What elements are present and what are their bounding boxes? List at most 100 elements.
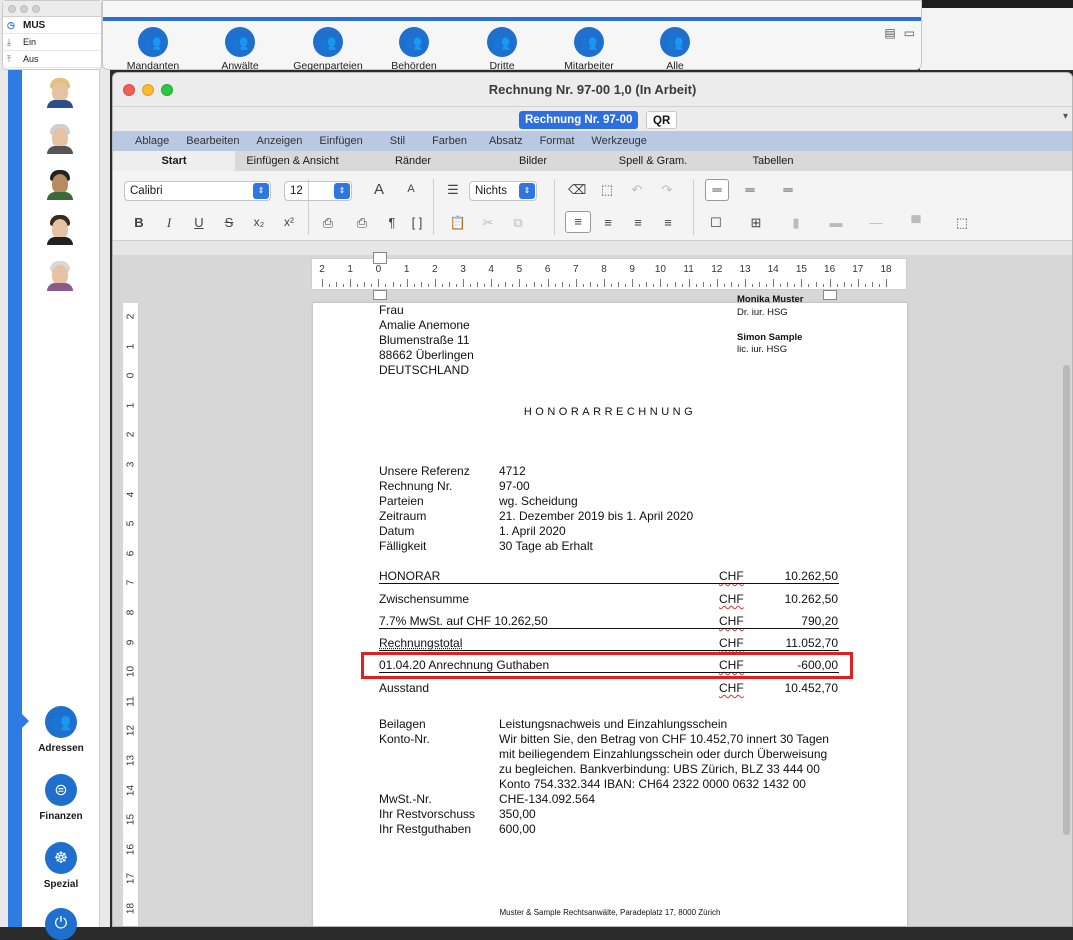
tab-qr[interactable]: QR	[646, 111, 678, 129]
ruler-tick	[681, 284, 683, 287]
align-left-icon[interactable]: ≡	[565, 211, 591, 233]
border-box-icon[interactable]: ☐	[707, 215, 725, 231]
mus-item-aus[interactable]: ⤒ Aus	[3, 51, 101, 68]
align-justify-icon[interactable]: ≡	[659, 215, 677, 230]
menu-item-farben[interactable]: Farben	[432, 135, 467, 147]
ruler-label: 5	[516, 264, 523, 275]
dashed-box-icon[interactable]: ⬚	[953, 215, 971, 231]
copy-icon[interactable]: ⧉	[509, 215, 527, 231]
toolbar-button-behoerden[interactable]: 👥 Behörden	[369, 27, 459, 72]
bold-icon[interactable]: B	[130, 215, 148, 230]
avatar[interactable]	[44, 76, 76, 108]
toolbar-button-dritte[interactable]: 👥 Dritte	[457, 27, 547, 72]
subscript-icon[interactable]: x₂	[250, 215, 268, 229]
line-style-icon[interactable]: —	[867, 215, 885, 230]
horizontal-ruler[interactable]: 2 1 0 1 2 3 4 5 6 7 8 9 10 11 12 13 14 15 16 17 18	[311, 258, 907, 290]
zoom-button[interactable]	[32, 4, 40, 13]
ruler-tick	[864, 284, 866, 287]
pilcrow-icon[interactable]: ¶	[383, 215, 401, 230]
line-spacing-single-icon[interactable]: ═	[705, 179, 729, 201]
menu-item-werkzeuge[interactable]: Werkzeuge	[591, 135, 646, 147]
nav-adressen[interactable]: 👥 Adressen	[22, 706, 100, 754]
list-style-select[interactable]: Nichts ⇕	[469, 181, 537, 201]
vertical-scrollbar[interactable]	[1063, 365, 1070, 835]
menu-item-ablage[interactable]: Ablage	[135, 135, 169, 147]
first-line-indent-marker[interactable]	[373, 252, 387, 264]
ruler-tick	[878, 284, 880, 287]
meta-value: 1. April 2020	[499, 524, 566, 538]
toolbar-button-alle[interactable]: 👥 Alle	[630, 27, 720, 72]
menu-item-anzeigen[interactable]: Anzeigen	[256, 135, 302, 147]
menu-item-stil[interactable]: Stil	[390, 135, 405, 147]
redo-icon[interactable]: ↷	[658, 182, 676, 198]
line-spacing-onehalf-icon[interactable]: ═	[741, 182, 759, 197]
ruler-tick	[371, 284, 373, 287]
tab-tabellen[interactable]: Tabellen	[723, 151, 823, 171]
toolbar-button-gegenparteien[interactable]: 👥 Gegenparteien	[283, 27, 373, 72]
ruler-tick	[463, 279, 464, 287]
nav-finanzen[interactable]: ⊜ Finanzen	[22, 774, 100, 822]
ruler-tick	[596, 284, 598, 287]
toolbar-label: Dritte	[489, 60, 515, 72]
document-page[interactable]: Frau Amalie Anemone Blumenstraße 11 8866…	[313, 294, 907, 926]
shading-icon[interactable]: ▮	[787, 215, 805, 231]
eraser-icon[interactable]: ⌫	[568, 182, 586, 198]
menu-item-format[interactable]: Format	[540, 135, 575, 147]
mus-title-row[interactable]: ◷ MUS	[3, 17, 101, 34]
close-button[interactable]	[8, 4, 16, 13]
minimize-button[interactable]	[20, 4, 28, 13]
separator	[433, 179, 434, 235]
superscript-icon[interactable]: x²	[280, 215, 298, 229]
left-indent-marker[interactable]	[373, 290, 387, 300]
print-preview-icon[interactable]: ⎙	[319, 215, 337, 231]
avatar-face	[52, 174, 68, 194]
toolbar-button-mitarbeiter[interactable]: 👥 Mitarbeiter	[544, 27, 634, 72]
tab-spell-gram[interactable]: Spell & Gram.	[603, 151, 703, 171]
tab-start[interactable]: Start	[113, 151, 235, 171]
select-all-icon[interactable]: ⬚	[598, 182, 616, 198]
ruler-label: 16	[125, 843, 137, 855]
tab-einfuegen-ansicht[interactable]: Einfügen & Ansicht	[235, 151, 350, 171]
printer-icon[interactable]: ⎙	[353, 215, 371, 231]
tab-invoice[interactable]: Rechnung Nr. 97-00	[519, 111, 639, 129]
book-icon[interactable]: ▤	[884, 26, 895, 40]
avatar[interactable]	[44, 213, 76, 245]
konto-text-line: Konto 754.332.344 IBAN: CH64 2322 0000 0…	[499, 777, 806, 791]
window-icon[interactable]: ▭	[904, 26, 915, 40]
font-shrink-icon[interactable]: A	[402, 183, 420, 195]
tab-raender[interactable]: Ränder	[363, 151, 463, 171]
align-center-icon[interactable]: ≡	[599, 215, 617, 230]
strikethrough-icon[interactable]: S	[220, 215, 238, 230]
avatar[interactable]	[44, 168, 76, 200]
border-color-icon[interactable]: ▀	[907, 215, 925, 230]
avatar[interactable]	[44, 259, 76, 291]
scissors-icon[interactable]: ✂	[479, 215, 497, 231]
toolbar-button-mandanten[interactable]: 👥 Mandanten	[108, 27, 198, 72]
chevron-updown-icon: ⇕	[519, 183, 535, 199]
mus-item-ein[interactable]: ⤓ Ein	[3, 34, 101, 51]
chevron-down-icon[interactable]: ▾	[1063, 111, 1068, 122]
nav-spezial[interactable]: ☸ Spezial	[22, 842, 100, 890]
menu-item-absatz[interactable]: Absatz	[489, 135, 523, 147]
underline-icon[interactable]: U	[190, 215, 208, 230]
align-right-icon[interactable]: ≡	[629, 215, 647, 230]
avatar[interactable]	[44, 122, 76, 154]
fill-icon[interactable]: ▬	[827, 215, 845, 230]
italic-icon[interactable]: I	[160, 215, 178, 231]
line-spacing-double-icon[interactable]: ═	[779, 182, 797, 197]
toolbar-button-anwaelte[interactable]: 👥 Anwälte	[195, 27, 285, 72]
undo-icon[interactable]: ↶	[628, 182, 646, 198]
menu-item-bearbeiten[interactable]: Bearbeiten	[186, 135, 239, 147]
table-grid-icon[interactable]: ⊞	[747, 215, 765, 231]
brackets-icon[interactable]: [ ]	[408, 215, 426, 230]
font-grow-icon[interactable]: A	[370, 181, 388, 198]
font-family-select[interactable]: Calibri ⇕	[124, 181, 271, 201]
tab-bilder[interactable]: Bilder	[483, 151, 583, 171]
vertical-ruler[interactable]: 21012345678910111213141516171819	[123, 303, 139, 926]
nav-power[interactable]: ⏻	[22, 908, 100, 940]
right-indent-marker[interactable]	[823, 290, 837, 300]
list-icon[interactable]: ☰	[444, 182, 462, 198]
menu-item-einfuegen[interactable]: Einfügen	[319, 135, 362, 147]
font-size-select[interactable]: 12 ⇕	[284, 181, 352, 201]
paste-icon[interactable]: 📋	[449, 215, 467, 231]
